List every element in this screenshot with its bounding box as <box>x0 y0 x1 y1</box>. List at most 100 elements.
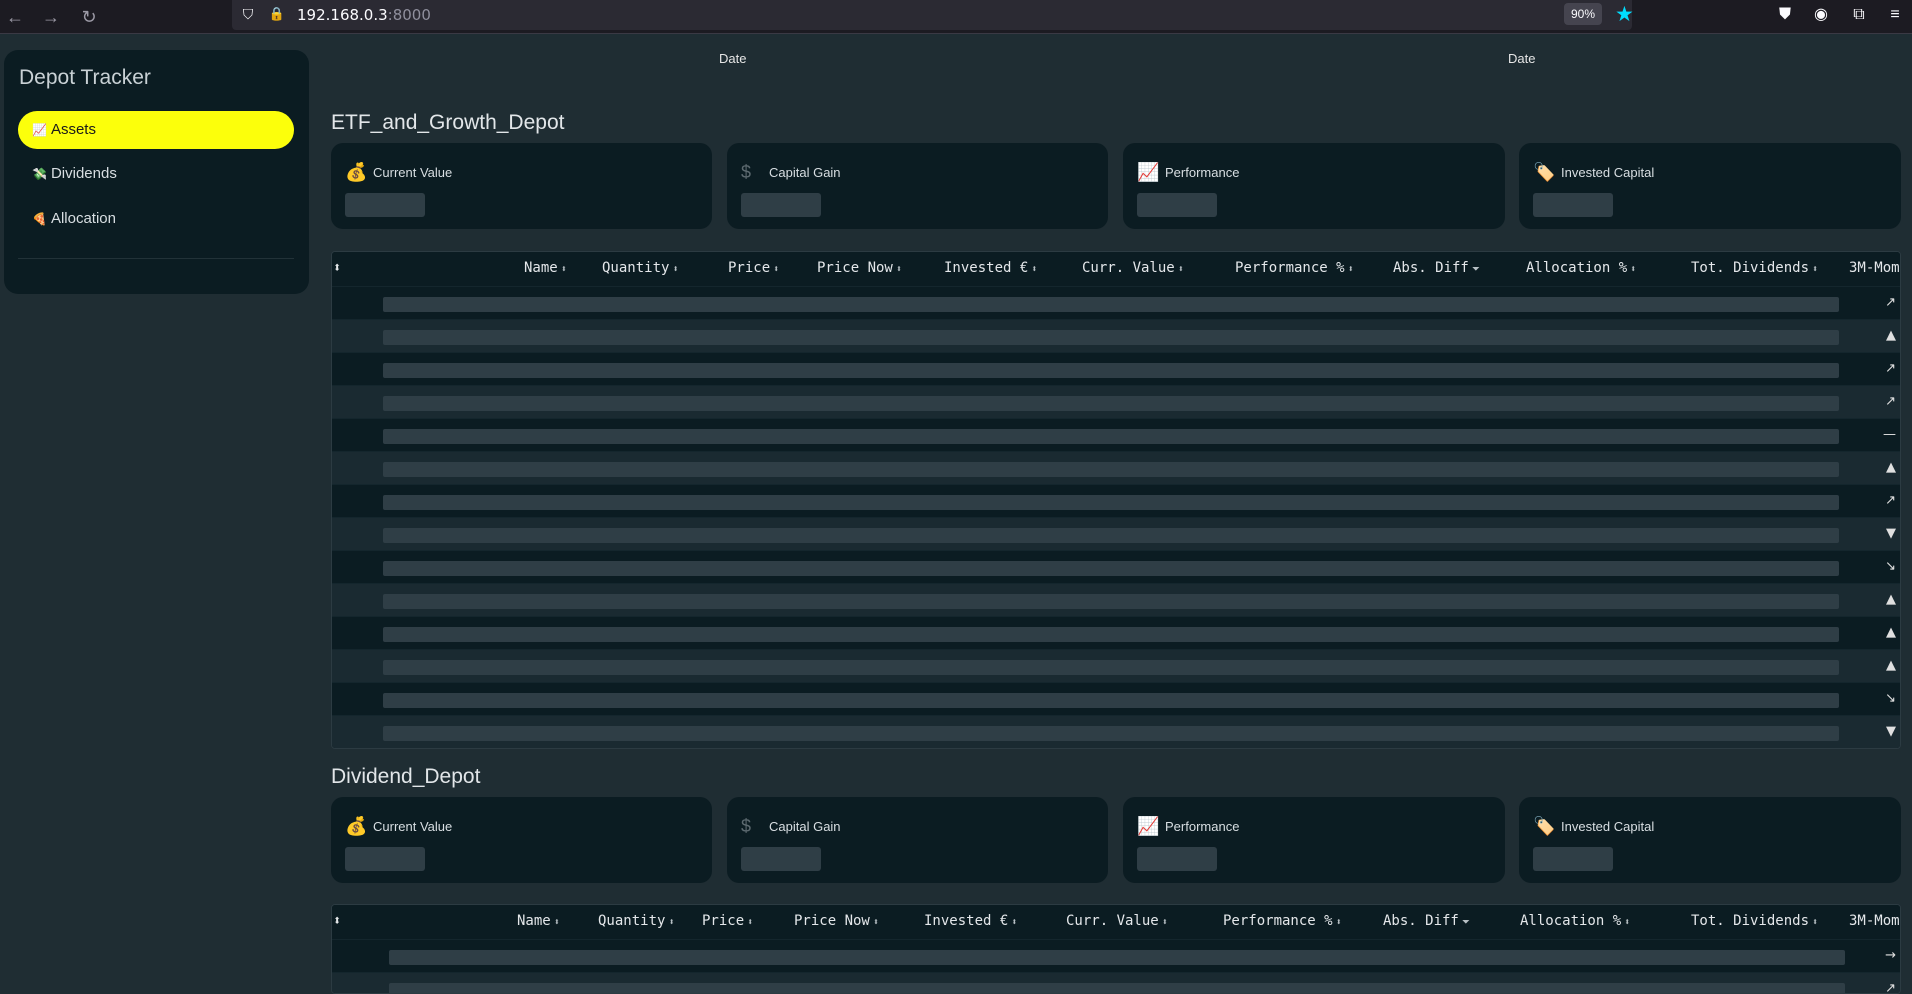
col-header-allocation[interactable]: Allocation % ⬍ <box>1520 913 1630 929</box>
sidebar-item-assets[interactable]: 📈 Assets <box>18 111 294 149</box>
momentum-trend-icon: ↗ <box>1885 981 1896 994</box>
kpi-label: Performance <box>1165 165 1240 180</box>
table-row: ▲ <box>332 319 1900 352</box>
col-header-label: Tot. Dividends <box>1691 260 1810 276</box>
col-header-abs-diff[interactable]: Abs. Diff ⏷ <box>1383 913 1470 929</box>
sort-icon: ⬍ <box>1624 917 1631 928</box>
row-content-redacted <box>383 396 1839 411</box>
sort-icon[interactable]: ⬍ <box>333 260 341 276</box>
col-header-name[interactable]: Name ⬍ <box>517 913 560 929</box>
chart-up-icon: 📈 <box>32 123 47 137</box>
col-header-invested[interactable]: Invested € ⬍ <box>924 913 1017 929</box>
url-text[interactable]: 192.168.0.3:8000 <box>297 6 431 24</box>
assets-table: ⬍ Name ⬍ Quantity ⬍ Price ⬍ Price Now ⬍ Inve… <box>331 251 1901 749</box>
momentum-trend-icon: ▼ <box>1886 526 1896 541</box>
kpi-value-redacted <box>1533 193 1613 217</box>
kpi-value-redacted <box>741 847 821 871</box>
insecure-lock-icon[interactable]: 🔒 <box>265 2 289 26</box>
bookmark-star-icon[interactable]: ★ <box>1615 2 1634 27</box>
col-header-price[interactable]: Price ⬍ <box>728 260 779 276</box>
sort-icon: ⬍ <box>1031 264 1038 275</box>
row-content-redacted <box>383 495 1839 510</box>
row-content-redacted <box>389 950 1845 965</box>
col-header-name[interactable]: Name ⬍ <box>524 260 567 276</box>
col-header-abs-diff[interactable]: Abs. Diff ⏷ <box>1393 260 1480 276</box>
zoom-level-badge[interactable]: 90% <box>1564 3 1602 25</box>
col-header-label: Curr. Value <box>1082 260 1175 276</box>
tag-icon: 🏷️ <box>1533 162 1556 182</box>
pizza-icon: 🍕 <box>32 212 47 226</box>
table-row: ▲ <box>332 451 1900 484</box>
extensions-icon[interactable]: ⧉ <box>1847 3 1871 27</box>
url-host: 192.168.0.3 <box>297 6 388 24</box>
momentum-trend-icon: ↗ <box>1885 295 1896 310</box>
col-header-curr-value[interactable]: Curr. Value ⬍ <box>1082 260 1184 276</box>
app-title: Depot Tracker <box>19 66 151 89</box>
pocket-icon[interactable]: ⛊ <box>1773 3 1797 27</box>
col-header-tot-dividends[interactable]: Tot. Dividends ⬍ <box>1691 913 1818 929</box>
row-content-redacted <box>383 429 1839 444</box>
row-content-redacted <box>383 660 1839 675</box>
table-row: ▲ <box>332 616 1900 649</box>
col-header-performance[interactable]: Performance % ⬍ <box>1235 260 1354 276</box>
col-header-momentum[interactable]: 3M-Mom <box>1849 913 1900 929</box>
kpi-card-capital-gain: $ Capital Gain <box>727 797 1108 883</box>
col-header-label: Abs. Diff <box>1383 913 1459 929</box>
table-header: ⬍ Name ⬍ Quantity ⬍ Price ⬍ Price Now ⬍ Inve… <box>332 252 1900 286</box>
kpi-value-redacted <box>345 847 425 871</box>
sidebar-item-allocation[interactable]: 🍕 Allocation <box>18 200 294 238</box>
sidebar-item-label: Assets <box>50 121 96 138</box>
col-header-label: Allocation % <box>1526 260 1628 276</box>
momentum-trend-icon: ▼ <box>1886 724 1896 739</box>
back-arrow-icon[interactable]: ← <box>2 4 28 30</box>
reload-icon[interactable]: ↻ <box>76 4 102 30</box>
row-content-redacted <box>383 462 1839 477</box>
sort-icon: ⬍ <box>672 264 679 275</box>
sort-icon: ⬍ <box>872 917 879 928</box>
table-row: ↘ <box>332 550 1900 583</box>
kpi-label: Invested Capital <box>1561 819 1655 834</box>
col-header-quantity[interactable]: Quantity ⬍ <box>602 260 678 276</box>
col-header-quantity[interactable]: Quantity ⬍ <box>598 913 674 929</box>
tag-icon: 🏷️ <box>1533 816 1556 836</box>
kpi-card-current-value: 💰 Current Value <box>331 797 712 883</box>
row-content-redacted <box>383 693 1839 708</box>
table-row: ▼ <box>332 715 1900 748</box>
kpi-card-current-value: 💰 Current Value <box>331 143 712 229</box>
col-header-label: Abs. Diff <box>1393 260 1469 276</box>
col-header-curr-value[interactable]: Curr. Value ⬍ <box>1066 913 1168 929</box>
sort-icon: ⬍ <box>560 264 567 275</box>
url-bar[interactable] <box>232 0 1632 30</box>
col-header-tot-dividends[interactable]: Tot. Dividends ⬍ <box>1691 260 1818 276</box>
sort-icon: ⬍ <box>773 264 780 275</box>
shield-icon[interactable]: ⛉ <box>236 2 260 26</box>
col-header-allocation[interactable]: Allocation % ⬍ <box>1526 260 1636 276</box>
table-row: — <box>332 418 1900 451</box>
kpi-card-invested-capital: 🏷️ Invested Capital <box>1519 143 1901 229</box>
table-row: ↗ <box>332 352 1900 385</box>
account-icon[interactable]: ◉ <box>1809 3 1833 27</box>
depot-title: ETF_and_Growth_Depot <box>331 111 565 134</box>
table-row: ▼ <box>332 517 1900 550</box>
kpi-label: Performance <box>1165 819 1240 834</box>
sidebar-item-dividends[interactable]: 💸 Dividends <box>18 155 294 193</box>
col-header-price-now[interactable]: Price Now ⬍ <box>794 913 879 929</box>
kpi-value-redacted <box>1137 847 1217 871</box>
col-header-price[interactable]: Price ⬍ <box>702 913 753 929</box>
sidebar-divider <box>18 258 294 259</box>
row-content-redacted <box>383 627 1839 642</box>
col-header-invested[interactable]: Invested € ⬍ <box>944 260 1037 276</box>
col-header-performance[interactable]: Performance % ⬍ <box>1223 913 1342 929</box>
table-row: ↗ <box>332 286 1900 319</box>
depot-title: Dividend_Depot <box>331 765 481 788</box>
col-header-label: Invested € <box>924 913 1009 929</box>
forward-arrow-icon[interactable]: → <box>38 4 64 30</box>
kpi-value-redacted <box>741 193 821 217</box>
row-content-redacted <box>383 726 1839 741</box>
menu-icon[interactable]: ≡ <box>1883 3 1907 27</box>
col-header-price-now[interactable]: Price Now ⬍ <box>817 260 902 276</box>
sort-icon: ⬍ <box>1161 917 1168 928</box>
sort-icon: ⬍ <box>1011 917 1018 928</box>
col-header-momentum[interactable]: 3M-Mom <box>1849 260 1900 276</box>
sort-icon[interactable]: ⬍ <box>333 913 341 929</box>
